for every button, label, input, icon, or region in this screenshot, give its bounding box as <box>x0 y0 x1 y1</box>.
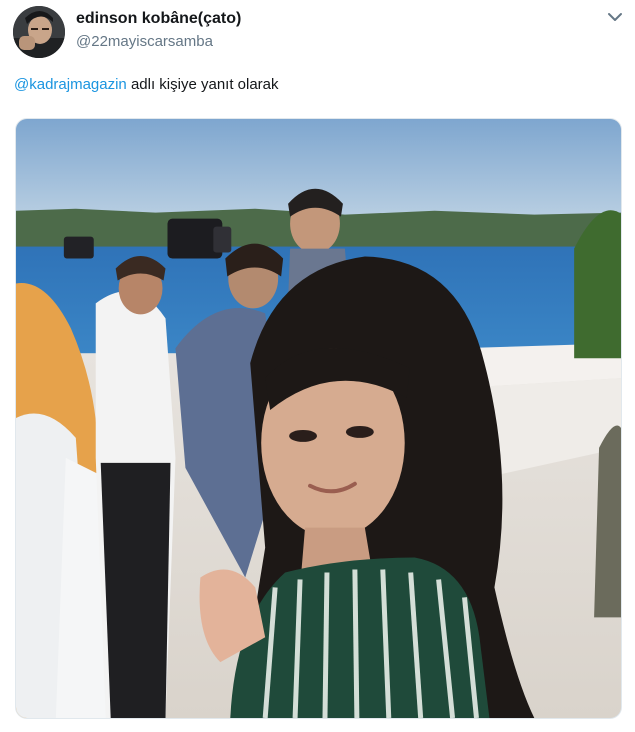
author-handle[interactable]: @22mayiscarsamba <box>76 33 213 50</box>
reply-mention-link[interactable]: @kadrajmagazin <box>14 76 127 93</box>
tweet-video[interactable] <box>15 118 622 719</box>
reply-context-text: adlı kişiye yanıt olarak <box>126 76 279 93</box>
reply-context: @kadrajmagazin adlı kişiye yanıt olarak <box>14 76 279 93</box>
tweet-card: edinson kobâne(çato) @22mayiscarsamba @k… <box>0 0 635 732</box>
profile-avatar[interactable] <box>13 6 65 58</box>
video-frame <box>16 119 621 718</box>
avatar-image <box>13 6 65 58</box>
chevron-down-icon[interactable] <box>606 10 624 24</box>
author-display-name[interactable]: edinson kobâne(çato) <box>76 10 241 28</box>
